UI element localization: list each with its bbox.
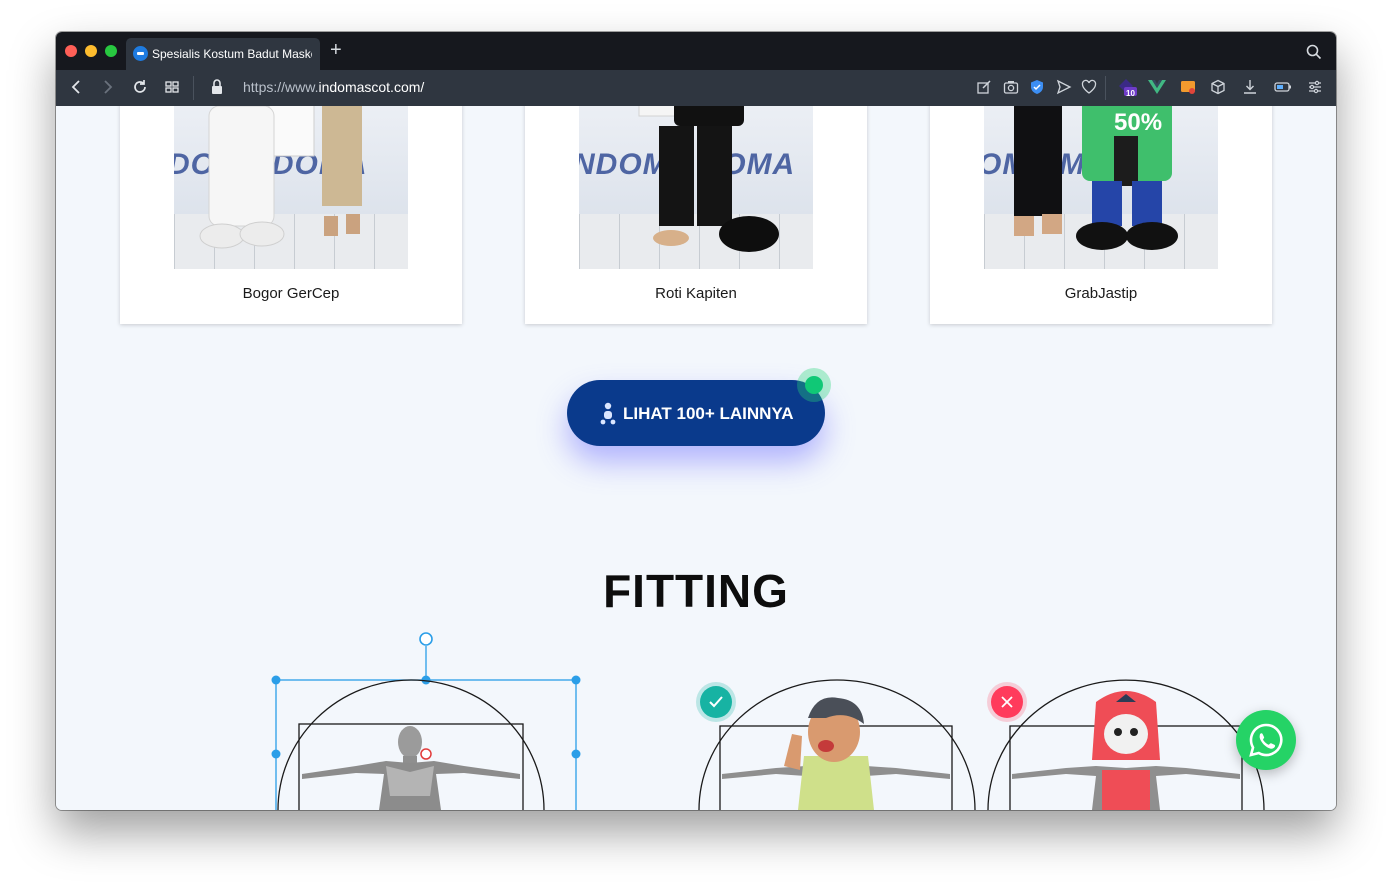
fit-ok-badge [700,686,732,718]
address-bar: https://www.indomascot.com/ 10 [56,70,1336,106]
heart-icon[interactable] [1081,79,1097,95]
tabs-grid-icon[interactable] [163,78,181,96]
forward-icon[interactable] [98,78,116,96]
download-icon[interactable] [1242,79,1258,95]
battery-icon[interactable] [1274,79,1292,95]
back-icon[interactable] [68,78,86,96]
browser-tab[interactable]: Spesialis Kostum Badut Maskot [126,38,320,70]
toolbar-divider [193,76,194,100]
minimize-window-button[interactable] [85,45,97,57]
close-window-button[interactable] [65,45,77,57]
maximize-window-button[interactable] [105,45,117,57]
extension-badge: 10 [1126,89,1135,98]
resize-handle [571,675,581,685]
close-icon [1001,696,1013,708]
resize-handle [271,675,281,685]
send-icon[interactable] [1056,79,1072,95]
fitting-illustration [271,632,1265,810]
favicon-icon [133,46,148,61]
reload-icon[interactable] [131,78,149,96]
shield-icon[interactable] [1029,79,1045,95]
cube-icon[interactable] [1210,79,1226,95]
lock-icon[interactable] [210,78,224,96]
search-icon[interactable] [1306,44,1322,60]
url-field[interactable]: https://www.indomascot.com/ [243,79,424,95]
vue-icon[interactable] [1148,79,1166,95]
check-icon [709,696,723,708]
resize-handle [571,749,581,759]
camera-icon[interactable] [1003,79,1019,95]
browser-window: Spesialis Kostum Badut Maskot + https://… [56,32,1336,810]
human-figure [302,726,520,810]
url-domain: indomascot.com/ [318,79,425,95]
url-prefix: https://www. [243,79,319,95]
tab-bar: Spesialis Kostum Badut Maskot + [56,32,1336,70]
new-tab-button[interactable]: + [330,40,342,60]
whatsapp-icon [1249,723,1283,757]
robot-mascot-figure [1012,691,1240,810]
edit-icon[interactable] [976,79,992,95]
toolbar-divider-2 [1105,76,1106,100]
extension-icon-2[interactable] [1180,79,1196,95]
page-content: DOMA DOMA Bogor GerCep [56,106,1336,810]
tab-title: Spesialis Kostum Badut Maskot [152,47,312,61]
resize-handle [271,749,281,759]
rotate-handle [419,632,433,646]
whatsapp-button[interactable] [1236,710,1296,770]
fit-fail-badge [991,686,1023,718]
settings-icon[interactable] [1307,79,1323,95]
cartoon-figure [722,697,950,810]
